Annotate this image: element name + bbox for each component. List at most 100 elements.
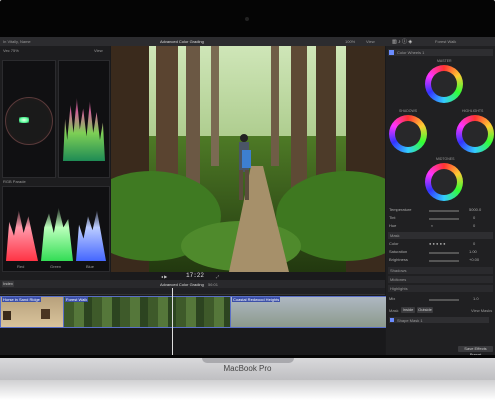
project-duration: 56:01 <box>208 282 219 287</box>
param-tint[interactable]: Tint 0 <box>389 215 493 222</box>
scopes-panel: Vec 75% View RGB Parade Red Green Blue <box>0 46 110 280</box>
timeline-toolbar: Index Advanced Color Grading 56:01 <box>0 280 385 288</box>
param-label: Hue <box>389 223 397 228</box>
param-slider[interactable] <box>429 260 459 262</box>
param-slider[interactable] <box>429 299 459 301</box>
param-label: Saturation <box>389 249 408 254</box>
param-value[interactable]: 0 <box>473 241 475 246</box>
param-slider[interactable] <box>429 218 459 220</box>
section-highlights[interactable]: Highlights <box>388 285 493 292</box>
luma-waveform <box>58 60 110 178</box>
mask-section-header[interactable]: Mask <box>388 232 493 239</box>
param-slider[interactable] <box>429 252 459 254</box>
wheel-center <box>462 121 488 147</box>
param-temperature[interactable]: Temperature 5000.0 <box>389 207 493 214</box>
effect-name: Color Wheels 1 <box>397 50 425 55</box>
camera-dot <box>245 17 249 21</box>
midtones-color-wheel[interactable] <box>425 163 463 201</box>
mask-controls: Mask Inside Outside View Masks <box>389 307 493 314</box>
effect-enable-checkbox[interactable] <box>389 50 394 55</box>
clip-title: Forest Walk <box>65 297 89 302</box>
rgb-parade: Red Green Blue <box>2 186 110 272</box>
timeline: Index Advanced Color Grading 56:01 Horse… <box>0 280 387 355</box>
mask-label: Mask <box>389 308 399 313</box>
rgb-parade-label: RGB Parade <box>3 179 26 184</box>
library-title: In Vitally, Name <box>3 39 31 44</box>
hue-dial-icon[interactable]: ◐ <box>431 223 433 228</box>
param-value[interactable]: +0.00 <box>469 257 479 262</box>
window-toolbar: In Vitally, Name Advanced Color Grading … <box>0 37 495 46</box>
project-title: Advanced Color Grading <box>160 282 204 287</box>
parade-red-trace <box>6 210 38 261</box>
section-label: Highlights <box>390 286 408 291</box>
section-midtones[interactable]: Midtones <box>388 276 493 283</box>
highlights-color-wheel[interactable] <box>456 115 494 153</box>
wheel-label-shadows: SHADOWS <box>399 109 418 113</box>
color-dots[interactable]: ● ● ● ● ● <box>429 241 446 246</box>
mask-param-color[interactable]: Color ● ● ● ● ● 0 <box>389 241 493 248</box>
viewer-title: Advanced Color Grading <box>160 39 204 44</box>
view-masks-button[interactable]: View Masks <box>471 308 492 313</box>
lid-notch <box>202 358 294 363</box>
mask-param-saturation[interactable]: Saturation 1.00 <box>389 249 493 256</box>
viewer-image <box>111 46 385 272</box>
base-shadow <box>0 380 495 400</box>
screen: In Vitally, Name Advanced Color Grading … <box>0 37 495 355</box>
mask-param-brightness[interactable]: Brightness +0.00 <box>389 257 493 264</box>
vectorscope-circle <box>5 97 53 145</box>
playhead[interactable] <box>172 288 173 355</box>
index-button[interactable]: Index <box>2 281 14 287</box>
param-value[interactable]: 5000.0 <box>469 207 481 212</box>
vectorscope-trace <box>19 117 29 123</box>
param-value[interactable]: 1.00 <box>469 249 477 254</box>
param-label: Temperature <box>389 207 412 212</box>
device-label: MacBook Pro <box>223 364 272 373</box>
shape-mask-checkbox[interactable] <box>390 318 394 322</box>
wheel-center <box>431 71 457 97</box>
shape-mask-label: Shape Mask 1 <box>397 318 423 323</box>
view-menu[interactable]: View <box>366 39 375 44</box>
param-mix[interactable]: Mix 1.0 <box>389 296 493 303</box>
timeline-ruler <box>0 288 385 295</box>
wheel-center <box>431 169 457 195</box>
save-effects-preset-button[interactable]: Save Effects Preset <box>458 346 493 355</box>
timeline-clip[interactable]: Coastal Redwood Heights <box>230 296 387 328</box>
param-value[interactable]: 1.0 <box>473 296 479 301</box>
inside-button[interactable]: Inside <box>401 307 415 313</box>
zoom-menu[interactable]: 100% <box>345 39 355 44</box>
effect-header[interactable]: Color Wheels 1 <box>388 49 493 56</box>
waveform-trace <box>63 98 105 161</box>
section-shadows[interactable]: Shadows <box>388 267 493 274</box>
wheel-center <box>395 121 421 147</box>
shape-mask-row[interactable]: Shape Mask 1 <box>389 317 489 323</box>
param-label: Brightness <box>389 257 408 262</box>
vectorscope <box>2 60 56 178</box>
outside-button[interactable]: Outside <box>417 307 433 313</box>
timeline-clip[interactable]: Horse in Sand Ridge <box>0 296 64 328</box>
parade-blue-trace <box>76 210 106 261</box>
shadows-color-wheel[interactable] <box>389 115 427 153</box>
param-slider[interactable] <box>429 210 459 212</box>
scope-header-left: Vec 75% <box>3 48 19 53</box>
wheel-label-master: MASTER <box>437 59 452 63</box>
inspector-icons[interactable]: ▥ ♪ ⓘ ◈ <box>392 38 412 45</box>
forest-scene <box>111 46 385 272</box>
master-color-wheel[interactable] <box>425 65 463 103</box>
timeline-clip[interactable]: Forest Walk <box>63 296 231 328</box>
param-label: Color <box>389 241 399 246</box>
param-value[interactable]: 0 <box>473 215 475 220</box>
mask-section-label: Mask <box>390 233 400 238</box>
param-hue[interactable]: Hue ◐ 0 <box>389 223 493 230</box>
param-value[interactable]: 0 <box>473 223 475 228</box>
section-label: Midtones <box>390 277 407 282</box>
section-label: Shadows <box>390 268 407 273</box>
inspector-panel: Color Wheels 1 MASTER SHADOWS HIGHLIGHTS… <box>386 46 495 355</box>
play-button[interactable]: ◂ ▶ <box>161 274 167 279</box>
scope-view-menu[interactable]: View <box>94 48 103 53</box>
fullscreen-icon[interactable]: ⤢ <box>216 274 219 279</box>
timecode-display: 17:22 <box>186 272 205 279</box>
horse-thumbnail <box>41 309 50 319</box>
inspector-clip-title: Forest Walk <box>435 39 457 44</box>
clip-title: Horse in Sand Ridge <box>2 297 41 302</box>
horse-thumbnail <box>3 311 11 320</box>
